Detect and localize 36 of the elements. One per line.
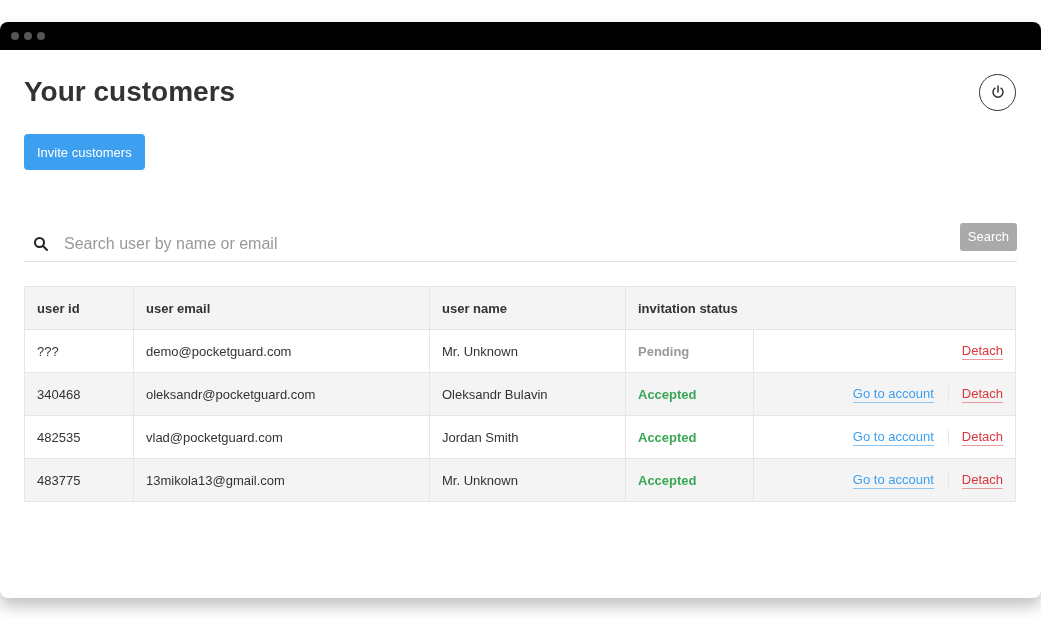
table-cell: 340468 xyxy=(24,372,134,416)
table-cell: 483775 xyxy=(24,458,134,502)
column-header: user id xyxy=(24,286,134,330)
table-cell: ??? xyxy=(24,329,134,373)
detach-link[interactable]: Detach xyxy=(961,342,1003,360)
window-dot-icon xyxy=(37,32,45,40)
status-cell: Pending xyxy=(625,329,754,373)
power-button[interactable] xyxy=(979,73,1016,111)
table-cell: 13mikola13@gmail.com xyxy=(133,458,430,502)
window-dot-icon xyxy=(24,32,32,40)
table-cell: oleksandr@pocketguard.com xyxy=(133,372,430,416)
go-to-account-link[interactable]: Go to account xyxy=(852,385,934,403)
page-title: Your customers xyxy=(24,76,236,108)
search-icon xyxy=(33,235,49,252)
status-cell: Accepted xyxy=(625,372,754,416)
detach-link[interactable]: Detach xyxy=(961,471,1003,489)
column-header: user email xyxy=(133,286,430,330)
power-icon xyxy=(989,84,1006,100)
go-to-account-link[interactable]: Go to account xyxy=(852,471,934,489)
invite-customers-button[interactable]: Invite customers xyxy=(24,134,145,170)
table-cell: demo@pocketguard.com xyxy=(133,329,430,373)
status-cell: Accepted xyxy=(625,415,754,459)
status-cell: Accepted xyxy=(625,458,754,502)
table-cell: Mr. Unknown xyxy=(429,329,626,373)
go-to-account-link[interactable]: Go to account xyxy=(852,428,934,446)
table-cell: 482535 xyxy=(24,415,134,459)
detach-link[interactable]: Detach xyxy=(961,385,1003,403)
detach-link[interactable]: Detach xyxy=(961,428,1003,446)
column-header: user name xyxy=(429,286,626,330)
column-header: invitation status xyxy=(625,286,1016,330)
window-dot-icon xyxy=(11,32,19,40)
search-button[interactable]: Search xyxy=(959,222,1017,251)
table-cell: Mr. Unknown xyxy=(429,458,626,502)
table-cell: Jordan Smith xyxy=(429,415,626,459)
table-cell: Oleksandr Bulavin xyxy=(429,372,626,416)
table-cell: vlad@pocketguard.com xyxy=(133,415,430,459)
